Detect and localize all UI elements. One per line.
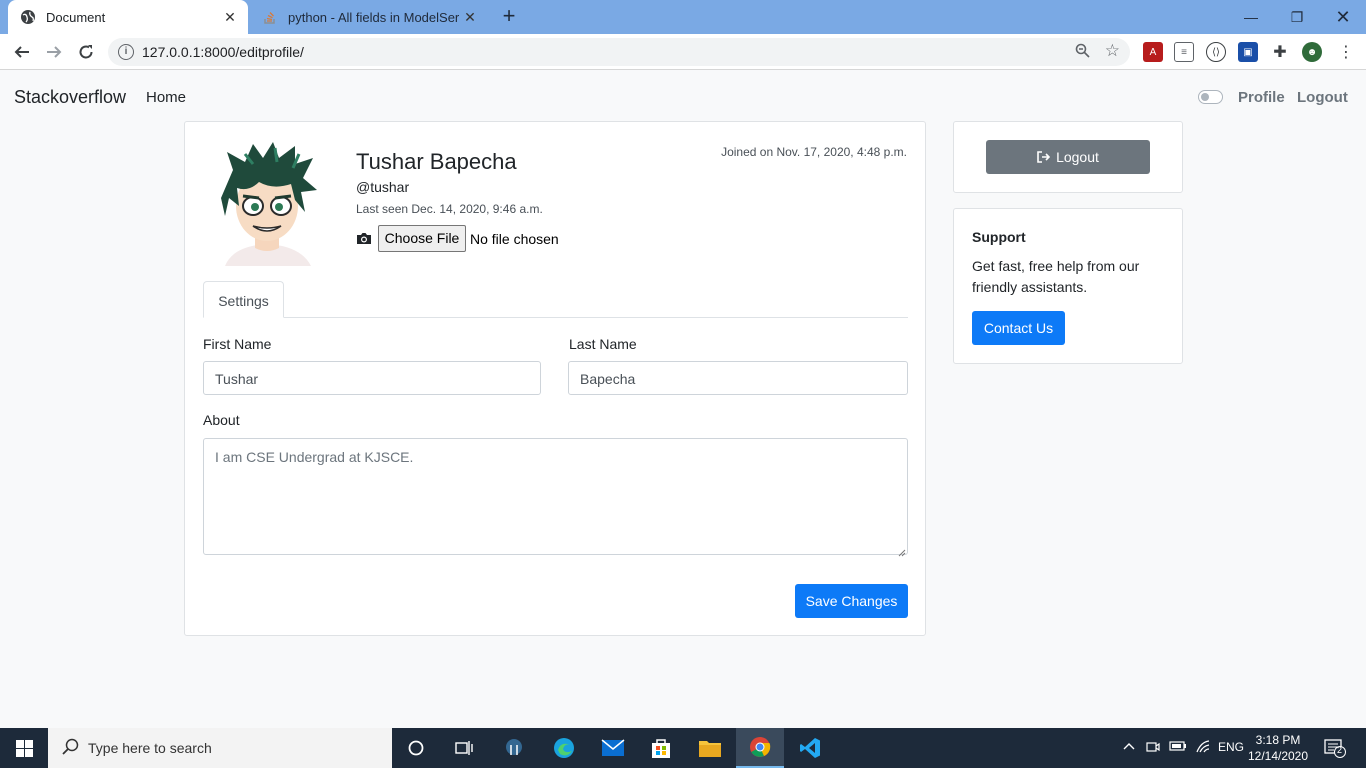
support-card: Support Get fast, free help from our fri…: [953, 208, 1183, 364]
nav-profile-link[interactable]: Profile: [1238, 89, 1285, 106]
last-seen-text: Last seen Dec. 14, 2020, 9:46 a.m.: [356, 202, 543, 216]
back-icon[interactable]: [10, 40, 34, 64]
bookmark-star-icon[interactable]: ☆: [1105, 41, 1120, 61]
about-textarea[interactable]: I am CSE Undergrad at KJSCE.: [203, 438, 908, 557]
store-icon[interactable]: [637, 728, 685, 768]
last-name-label: Last Name: [569, 336, 637, 352]
info-icon[interactable]: i: [118, 44, 134, 60]
stackoverflow-icon: [262, 9, 278, 25]
document-extension-icon[interactable]: ≡: [1174, 42, 1194, 62]
choose-file-button[interactable]: Choose File: [378, 225, 466, 252]
taskbar-search[interactable]: Type here to search: [48, 728, 392, 768]
first-name-input[interactable]: Tushar: [203, 361, 541, 395]
taskbar-search-placeholder: Type here to search: [88, 740, 212, 756]
resize-grip-icon[interactable]: [897, 544, 906, 557]
new-tab-icon[interactable]: +: [498, 5, 520, 28]
close-icon[interactable]: ✕: [220, 9, 240, 26]
camera-icon: [356, 232, 372, 245]
reload-icon[interactable]: [74, 40, 98, 64]
joined-date-text: Joined on Nov. 17, 2020, 4:48 p.m.: [721, 145, 907, 159]
profile-avatar-icon[interactable]: ☻: [1302, 42, 1322, 62]
chrome-icon[interactable]: [736, 728, 784, 768]
support-title: Support: [972, 229, 1026, 245]
about-label: About: [203, 412, 240, 428]
brand-link[interactable]: Stackoverflow: [14, 87, 126, 108]
about-text: I am CSE Undergrad at KJSCE.: [215, 449, 414, 465]
browser-toolbar: i 127.0.0.1:8000/editprofile/ ☆ A ≡ ⟨⟩ ▣…: [0, 34, 1366, 70]
tab-settings[interactable]: Settings: [203, 281, 284, 318]
site-navbar: Stackoverflow Home Profile Logout: [0, 71, 1366, 123]
minimize-icon[interactable]: —: [1228, 0, 1274, 34]
logout-label: Logout: [1056, 149, 1099, 165]
tab-title: python - All fields in ModelSerial: [288, 9, 460, 25]
profile-handle: @tushar: [356, 179, 410, 195]
windows-start-icon[interactable]: [0, 728, 48, 768]
close-icon[interactable]: ✕: [460, 9, 480, 26]
cortana-icon[interactable]: [392, 728, 440, 768]
task-view-icon[interactable]: [440, 728, 488, 768]
windows-taskbar: Type here to search ENG 3:18 PM 12/14/20…: [0, 728, 1366, 768]
clock-time: 3:18 PM: [1255, 733, 1301, 747]
sign-out-icon: [1037, 151, 1051, 163]
acrobat-icon[interactable]: A: [1143, 42, 1163, 62]
settings-tabs: Settings: [203, 281, 908, 318]
search-icon: [62, 738, 80, 761]
notifications-count: 2: [1337, 745, 1343, 755]
sidebar-logout-button[interactable]: Logout: [986, 140, 1150, 174]
window-close-icon[interactable]: ✕: [1320, 0, 1366, 34]
theme-toggle[interactable]: [1198, 90, 1223, 104]
profile-name: Tushar Bapecha: [356, 149, 517, 174]
zoom-icon[interactable]: [1075, 43, 1090, 62]
edge-icon[interactable]: [540, 728, 588, 768]
puzzle-extensions-icon[interactable]: ✚: [1270, 42, 1290, 62]
browser-tabbar: Document ✕ python - All fields in ModelS…: [0, 0, 1366, 34]
mail-icon[interactable]: [589, 728, 637, 768]
code-extension-icon[interactable]: ⟨⟩: [1206, 42, 1226, 62]
meet-now-icon[interactable]: [1146, 740, 1160, 757]
restore-icon[interactable]: ❐: [1274, 0, 1320, 34]
profile-avatar: [215, 140, 319, 266]
tray-chevron-icon[interactable]: [1122, 740, 1136, 754]
taskbar-clock[interactable]: 3:18 PM 12/14/2020: [1240, 732, 1316, 764]
wifi-icon[interactable]: [1195, 740, 1211, 757]
nav-home-link[interactable]: Home: [146, 89, 186, 106]
clock-date: 12/14/2020: [1247, 749, 1309, 763]
address-bar[interactable]: i 127.0.0.1:8000/editprofile/ ☆: [108, 38, 1130, 66]
battery-icon[interactable]: [1169, 740, 1187, 755]
globe-icon: [20, 9, 36, 25]
profile-card: Tushar Bapecha @tushar Last seen Dec. 14…: [184, 121, 926, 636]
logout-card: Logout: [953, 121, 1183, 193]
contact-us-button[interactable]: Contact Us: [972, 311, 1065, 345]
first-name-label: First Name: [203, 336, 272, 352]
toggle-knob: [1201, 93, 1209, 101]
tab-title: Document: [46, 9, 106, 25]
browser-tab-stackoverflow[interactable]: python - All fields in ModelSerial ✕: [250, 0, 488, 34]
save-changes-button[interactable]: Save Changes: [795, 584, 908, 618]
file-explorer-icon[interactable]: [686, 728, 734, 768]
forward-icon[interactable]: [42, 40, 66, 64]
browser-tab-document[interactable]: Document ✕: [8, 0, 248, 34]
last-name-input[interactable]: Bapecha: [568, 361, 908, 395]
notifications-icon[interactable]: [1324, 738, 1346, 761]
vscode-icon[interactable]: [786, 728, 834, 768]
nav-logout-link[interactable]: Logout: [1297, 89, 1348, 106]
screen-extension-icon[interactable]: ▣: [1238, 42, 1258, 62]
support-text: Get fast, free help from our friendly as…: [972, 258, 1140, 295]
file-status-text: No file chosen: [470, 231, 559, 247]
menu-kebab-icon[interactable]: ⋮: [1336, 42, 1356, 62]
url-text: 127.0.0.1:8000/editprofile/: [142, 44, 304, 60]
postgres-icon[interactable]: [490, 728, 538, 768]
